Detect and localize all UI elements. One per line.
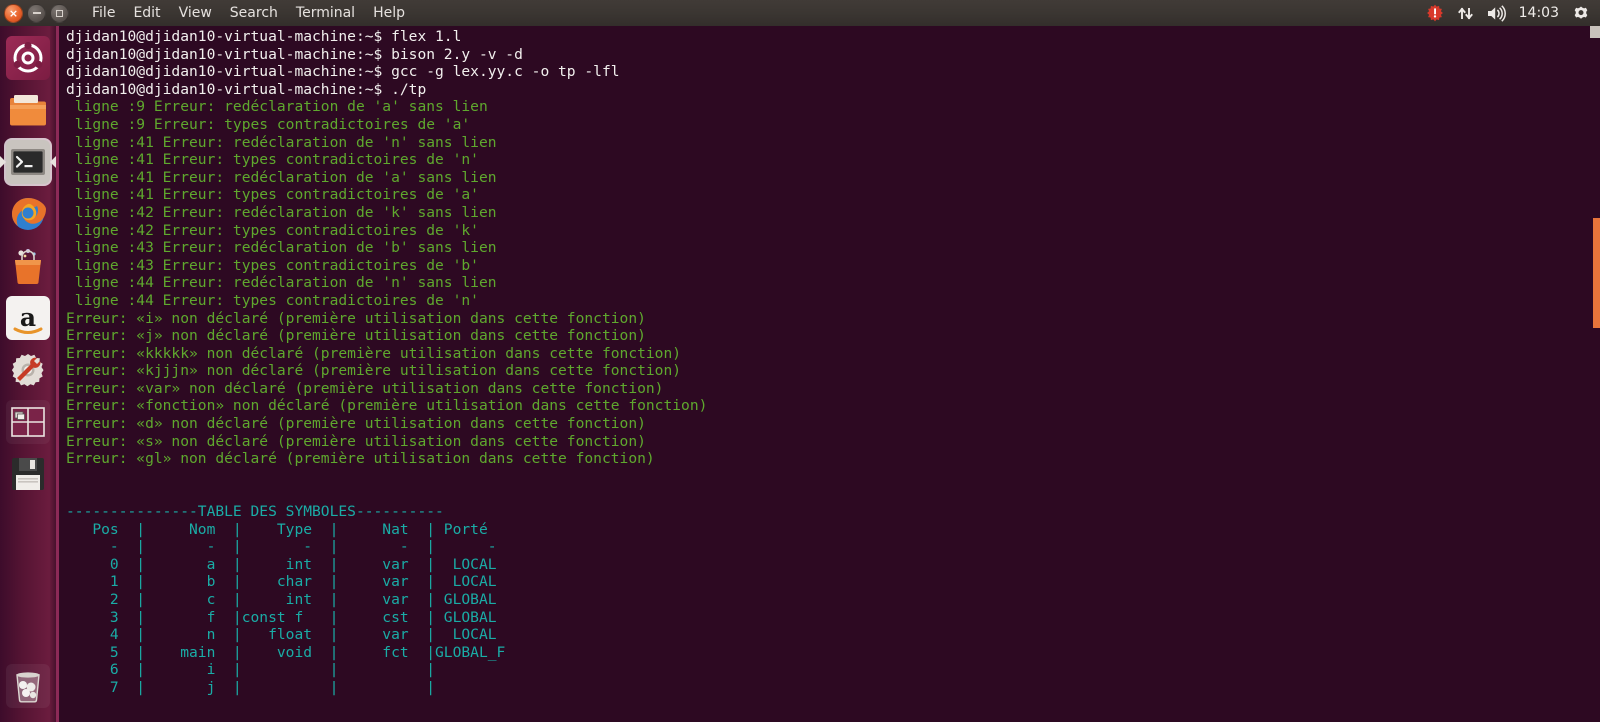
terminal-line: ligne :41 Erreur: redéclaration de 'n' s…	[66, 133, 497, 151]
floppy-disk-icon	[6, 452, 50, 496]
terminal-line: ligne :41 Erreur: types contradictoires …	[66, 151, 479, 169]
software-center-icon	[6, 244, 50, 288]
firefox-icon	[6, 192, 50, 236]
workspace-switcher-icon	[6, 400, 50, 444]
launcher-item-workspace-switcher[interactable]	[4, 398, 52, 446]
terminal-line: ligne :9 Erreur: types contradictoires d…	[66, 115, 471, 133]
unity-launcher: a	[0, 26, 56, 722]
terminal-line: ligne :41 Erreur: types contradictoires …	[66, 186, 479, 204]
terminal-line: 5 | main | void | fct |GLOBAL_F	[66, 643, 506, 661]
terminal-line: Erreur: «gl» non déclaré (première utili…	[66, 450, 655, 468]
terminal-line: 1 | b | char | var | LOCAL	[66, 573, 497, 591]
terminal-line: ligne :43 Erreur: redéclaration de 'b' s…	[66, 239, 497, 257]
terminal-icon	[6, 140, 50, 184]
terminal-line: djidan10@djidan10-virtual-machine:~$ ./t…	[66, 80, 427, 98]
launcher-item-software-center[interactable]	[4, 242, 52, 290]
gear-icon[interactable]	[1572, 4, 1590, 22]
terminal-line: Erreur: «kjjjn» non déclaré (première ut…	[66, 362, 682, 380]
terminal-line: djidan10@djidan10-virtual-machine:~$ fle…	[66, 28, 462, 45]
terminal-line: ---------------TABLE DES SYMBOLES-------…	[66, 503, 444, 521]
terminal-line: ligne :42 Erreur: types contradictoires …	[66, 221, 479, 239]
terminal-line: - | - | - | - | -	[66, 538, 497, 556]
menu-search[interactable]: Search	[221, 2, 287, 24]
terminal-output: djidan10@djidan10-virtual-machine:~$ fle…	[59, 26, 1600, 697]
maximize-window-button[interactable]	[50, 3, 69, 23]
terminal-line: ligne :42 Erreur: redéclaration de 'k' s…	[66, 203, 497, 221]
terminal-scrollbar[interactable]	[1590, 26, 1600, 722]
terminal-line: ligne :41 Erreur: redéclaration de 'a' s…	[66, 168, 497, 186]
terminal-line: Erreur: «s» non déclaré (première utilis…	[66, 432, 646, 450]
menu-edit[interactable]: Edit	[124, 2, 169, 24]
scrollbar-thumb[interactable]	[1593, 218, 1600, 328]
terminal-line: Erreur: «var» non déclaré (première util…	[66, 379, 664, 397]
clock[interactable]: 14:03	[1519, 5, 1559, 21]
launcher-item-firefox[interactable]	[4, 190, 52, 238]
settings-gear-wrench-icon	[6, 348, 50, 392]
minimize-window-button[interactable]	[27, 3, 46, 23]
menu-terminal[interactable]: Terminal	[287, 2, 364, 24]
terminal-line: Erreur: «fonction» non déclaré (première…	[66, 397, 708, 415]
launcher-item-trash[interactable]	[4, 662, 52, 710]
terminal-line: Pos | Nom | Type | Nat | Porté	[66, 520, 488, 538]
terminal-line: ligne :43 Erreur: types contradictoires …	[66, 256, 479, 274]
volume-icon[interactable]	[1487, 4, 1506, 22]
terminal-line: 3 | f |const f | cst | GLOBAL	[66, 608, 497, 626]
menu-file[interactable]: File	[83, 2, 124, 24]
amazon-icon: a	[6, 296, 50, 340]
terminal-line: djidan10@djidan10-virtual-machine:~$ gcc…	[66, 63, 620, 81]
terminal-line: 0 | a | int | var | LOCAL	[66, 555, 497, 573]
terminal-window[interactable]: djidan10@djidan10-virtual-machine:~$ fle…	[56, 26, 1600, 722]
ubuntu-dash-icon	[6, 36, 50, 80]
launcher-item-terminal[interactable]	[0, 138, 56, 186]
terminal-line: djidan10@djidan10-virtual-machine:~$ bis…	[66, 45, 523, 63]
menu-view[interactable]: View	[170, 2, 221, 24]
terminal-line: Erreur: «d» non déclaré (première utilis…	[66, 415, 646, 433]
svg-text:a: a	[20, 303, 36, 332]
network-icon[interactable]	[1457, 5, 1474, 22]
terminal-line: 7 | j | | |	[66, 678, 436, 696]
launcher-item-amazon[interactable]: a	[4, 294, 52, 342]
system-tray: 14:03	[1426, 4, 1600, 22]
launcher-item-save-disk[interactable]	[4, 450, 52, 498]
menu-help[interactable]: Help	[364, 2, 414, 24]
menu-bar: File Edit View Search Terminal Help	[83, 2, 414, 24]
scrollbar-corner	[1590, 26, 1600, 38]
terminal-line: Erreur: «i» non déclaré (première utilis…	[66, 309, 646, 327]
terminal-line: 6 | i | | |	[66, 661, 436, 679]
folder-icon	[6, 88, 50, 132]
trash-icon	[6, 664, 50, 708]
top-panel: × File Edit View Search Terminal Help 14…	[0, 0, 1600, 26]
terminal-line: ligne :44 Erreur: types contradictoires …	[66, 291, 479, 309]
launcher-item-system-settings[interactable]	[4, 346, 52, 394]
terminal-line: ligne :44 Erreur: redéclaration de 'n' s…	[66, 274, 497, 292]
terminal-line: ligne :9 Erreur: redéclaration de 'a' sa…	[66, 98, 488, 116]
terminal-line: 2 | c | int | var | GLOBAL	[66, 591, 497, 608]
launcher-item-files[interactable]	[4, 86, 52, 134]
update-alert-icon[interactable]	[1426, 4, 1444, 22]
terminal-line: Erreur: «kkkkk» non déclaré (première ut…	[66, 344, 682, 362]
terminal-line: Erreur: «j» non déclaré (première utilis…	[66, 327, 646, 345]
terminal-line: 4 | n | float | var | LOCAL	[66, 626, 497, 644]
close-window-button[interactable]: ×	[4, 3, 23, 23]
window-controls: ×	[4, 3, 69, 23]
launcher-item-ubuntu-dash[interactable]	[4, 34, 52, 82]
